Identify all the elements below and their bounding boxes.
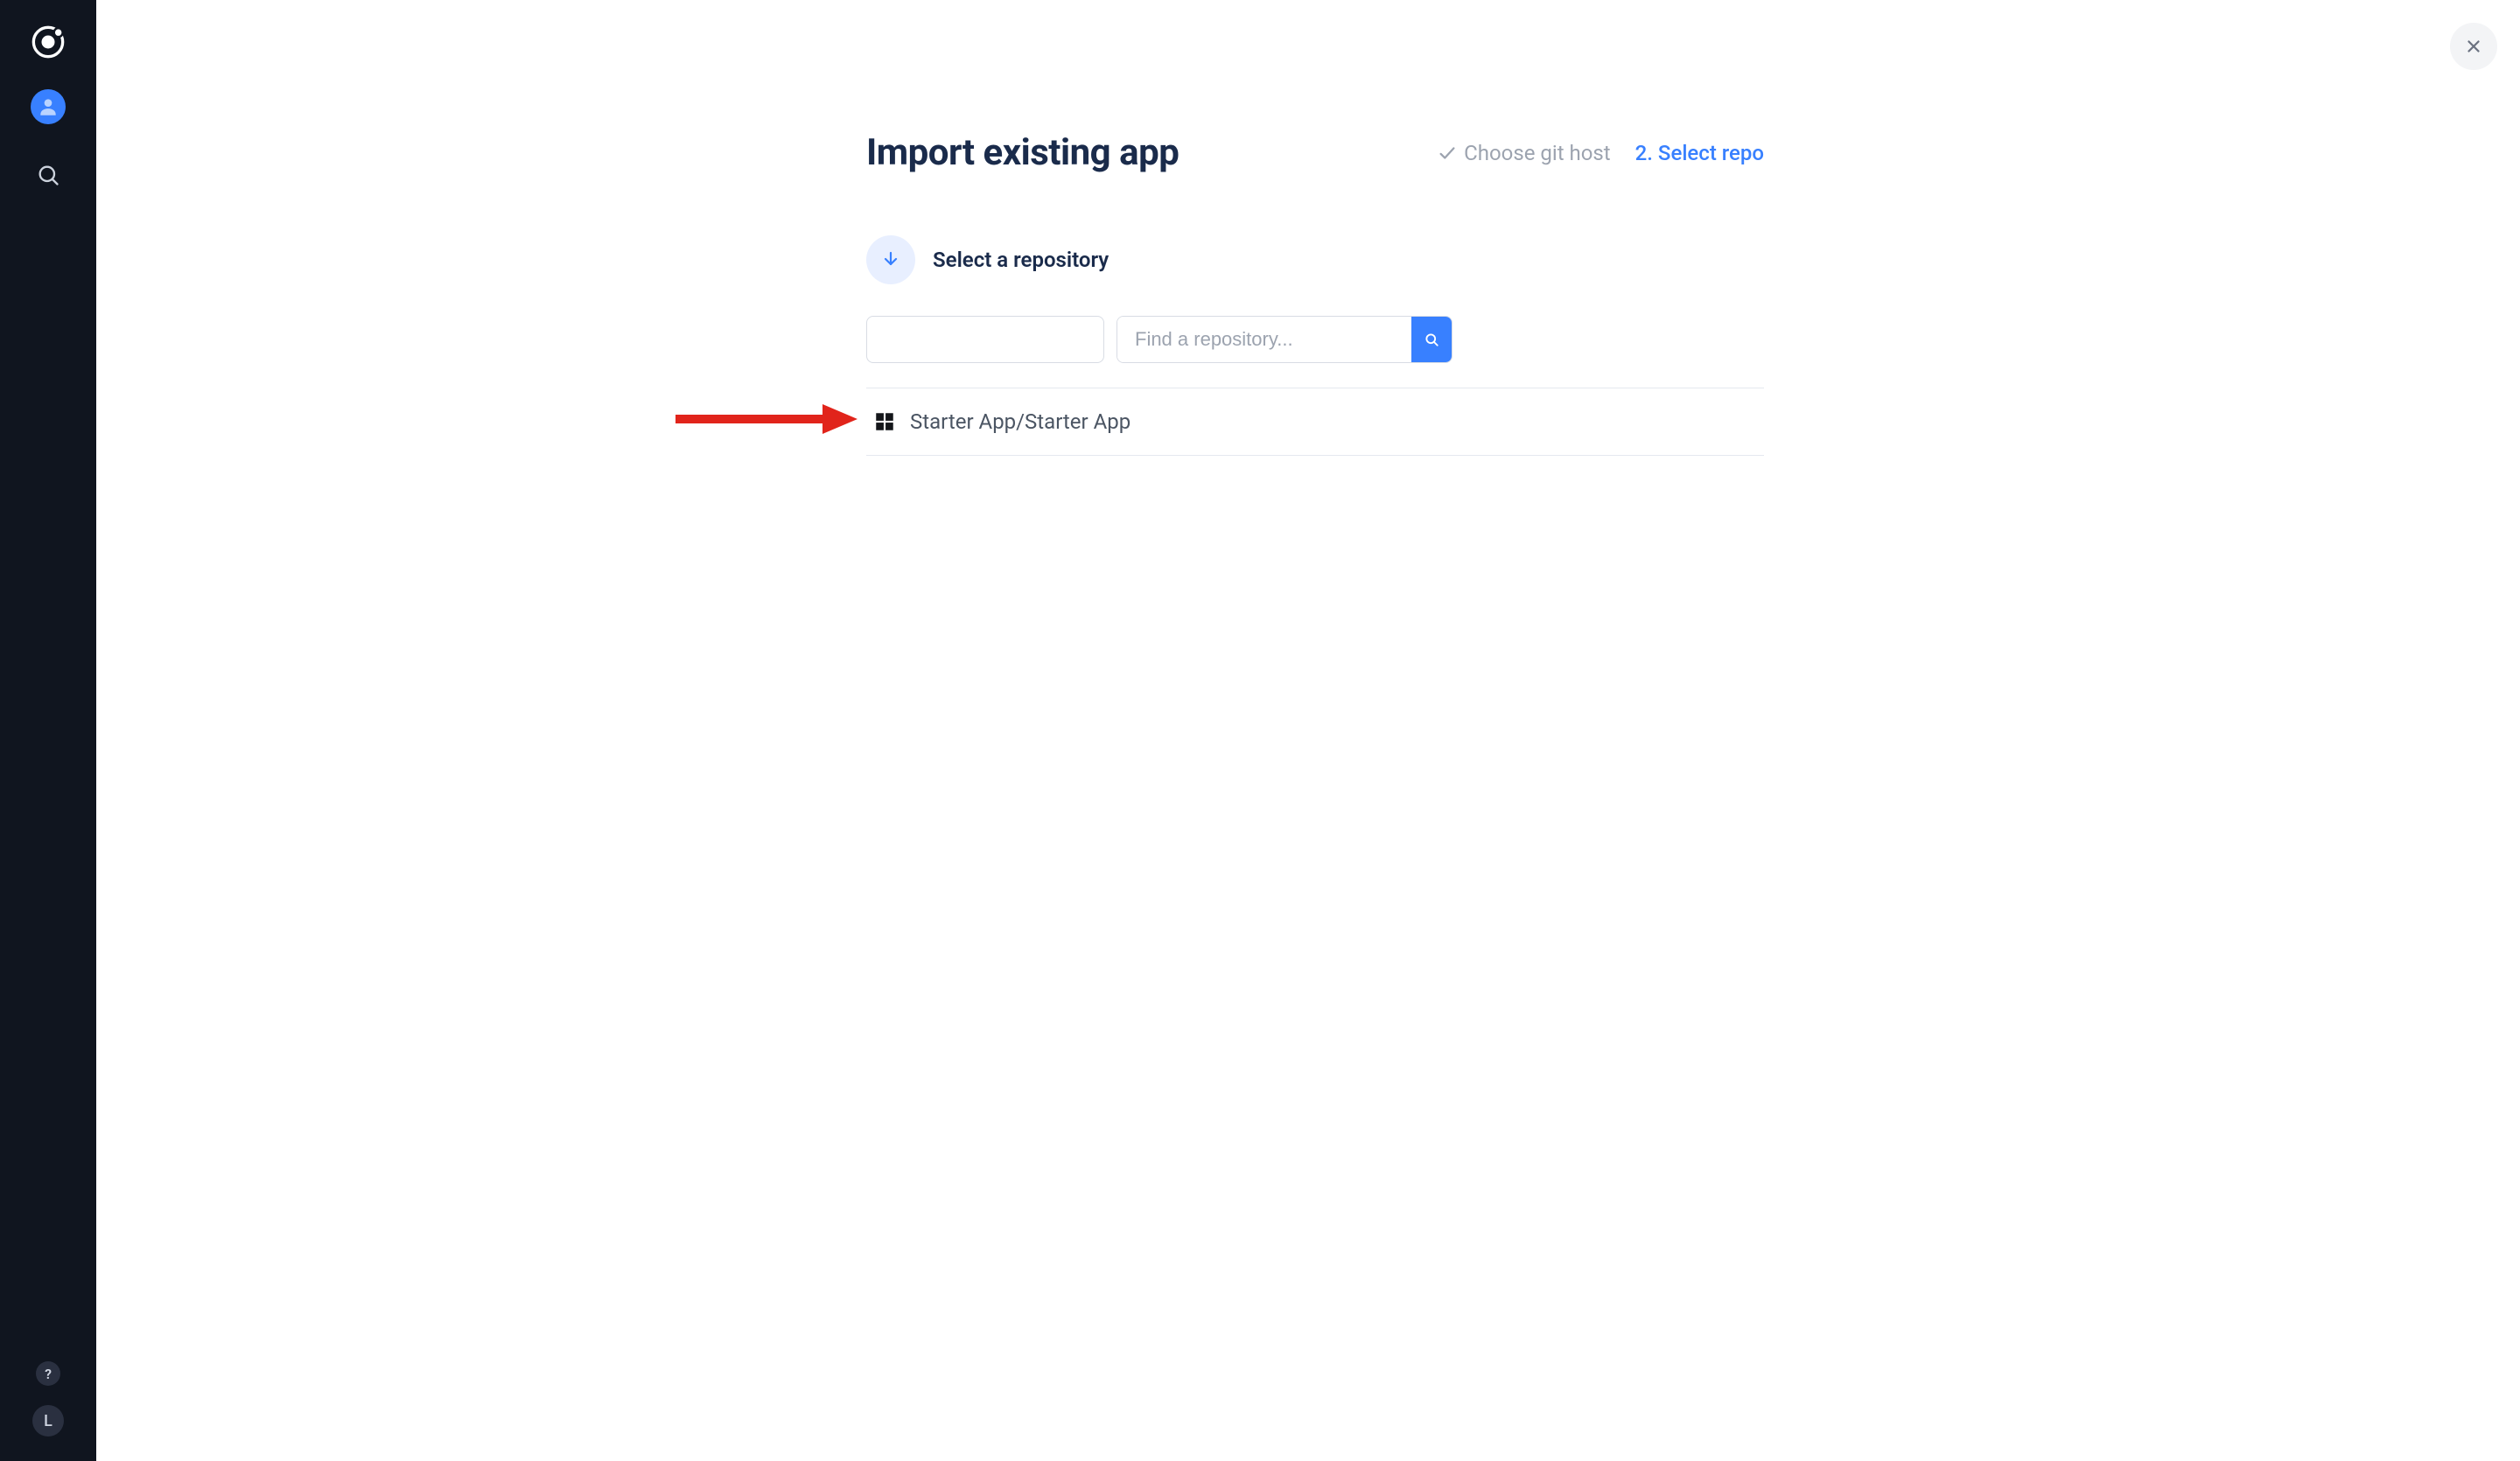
- user-avatar[interactable]: L: [32, 1405, 64, 1437]
- repo-search: [1116, 316, 1452, 363]
- main-content: Import existing app Choose git host 2. S…: [866, 131, 1764, 456]
- org-avatar[interactable]: [31, 89, 66, 124]
- filter-row: [866, 316, 1764, 363]
- user-initial: L: [44, 1412, 52, 1430]
- page-title: Import existing app: [866, 131, 1179, 174]
- section-label: Select a repository: [933, 248, 1109, 272]
- repo-search-input[interactable]: [1117, 317, 1411, 362]
- step-choose-git-host: Choose git host: [1438, 141, 1611, 165]
- close-button[interactable]: [2450, 23, 2497, 70]
- sidebar-search-button[interactable]: [31, 157, 66, 192]
- step-label: 2. Select repo: [1635, 141, 1764, 165]
- help-button[interactable]: ?: [36, 1361, 60, 1386]
- repo-item[interactable]: Starter App/Starter App: [866, 388, 1764, 456]
- check-icon: [1438, 143, 1457, 163]
- section-header: Select a repository: [866, 235, 1764, 284]
- wizard-steps: Choose git host 2. Select repo: [1438, 141, 1764, 165]
- help-icon: ?: [45, 1366, 52, 1382]
- sidebar: ? L: [0, 0, 96, 1461]
- repo-search-submit[interactable]: [1411, 317, 1452, 362]
- close-icon: [2464, 37, 2483, 56]
- step-select-repo: 2. Select repo: [1635, 141, 1764, 165]
- search-icon: [1424, 332, 1439, 347]
- annotation-arrow-icon: [676, 404, 858, 434]
- repo-list: Starter App/Starter App: [866, 388, 1764, 456]
- azure-devops-icon: [873, 410, 896, 433]
- org-select[interactable]: [866, 316, 1104, 363]
- ionic-logo-icon[interactable]: [31, 24, 66, 59]
- download-circle-icon: [866, 235, 915, 284]
- step-label: Choose git host: [1464, 141, 1611, 165]
- header-row: Import existing app Choose git host 2. S…: [866, 131, 1764, 174]
- repo-name: Starter App/Starter App: [910, 409, 1130, 434]
